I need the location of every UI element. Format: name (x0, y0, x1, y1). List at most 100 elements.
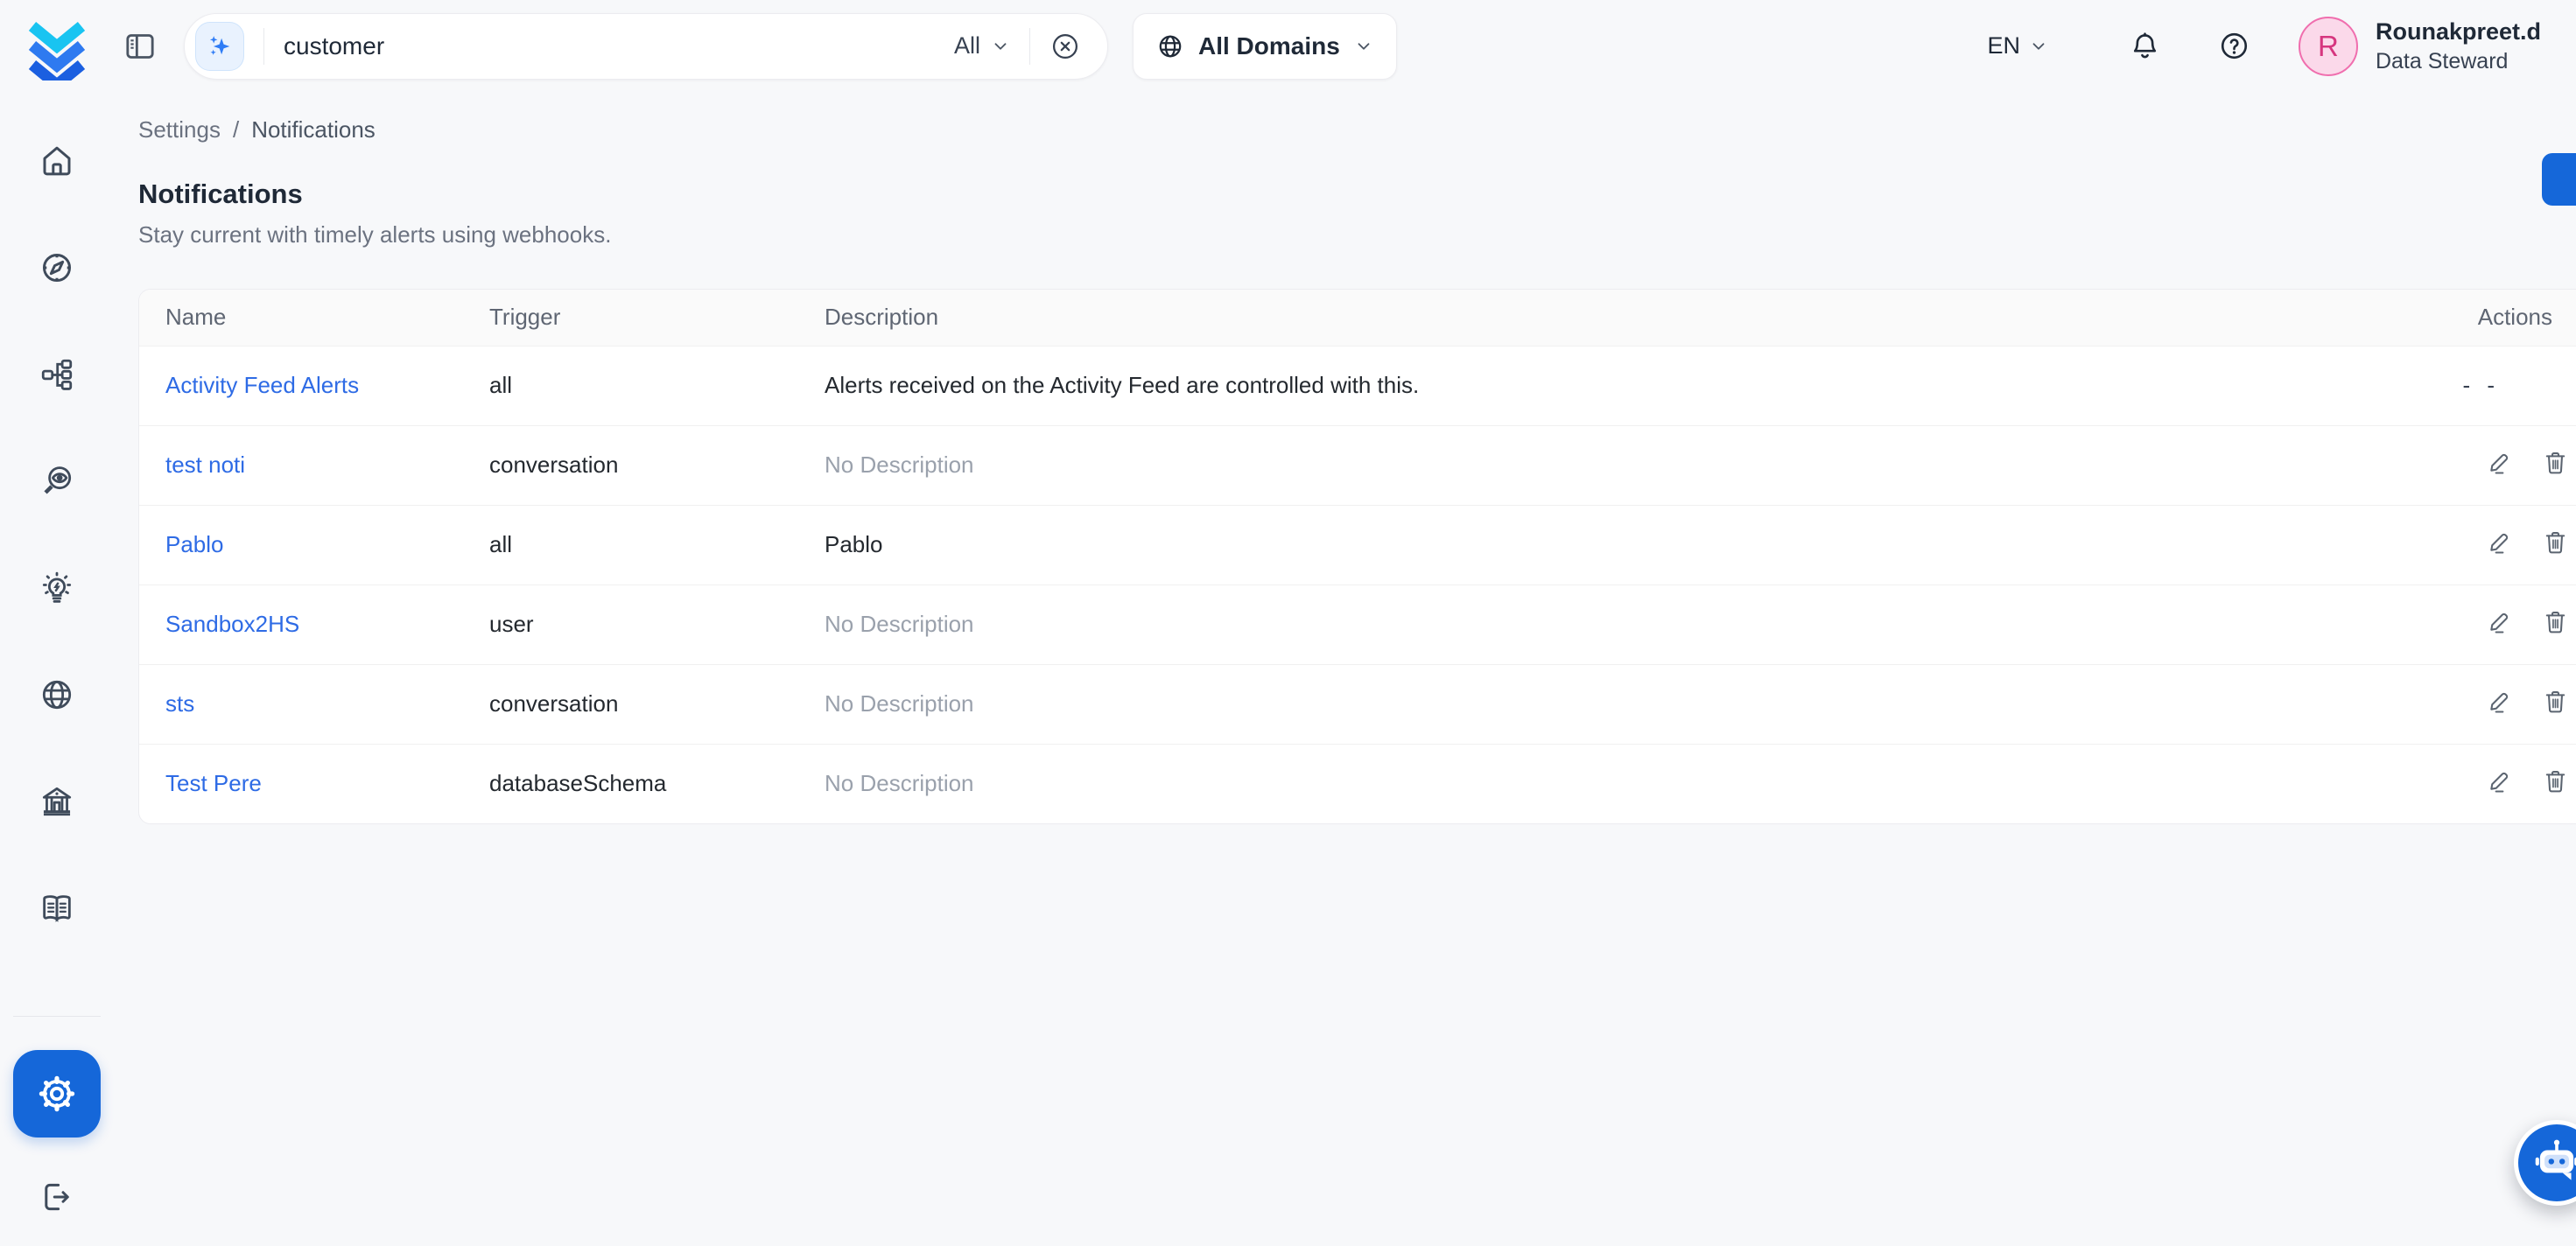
notifications-table-card: Name Trigger Description Actions Activit… (138, 289, 2576, 824)
pencil-icon (2486, 608, 2513, 635)
flow-tree-icon (39, 356, 75, 393)
alert-description: Pablo (798, 505, 2428, 584)
alert-name-link[interactable]: Activity Feed Alerts (165, 372, 359, 398)
alert-trigger: databaseSchema (463, 744, 798, 823)
logout-button[interactable] (38, 1178, 76, 1216)
table-row: Test Pere databaseSchema No Description (139, 744, 2576, 823)
delete-alert-button[interactable] (2542, 607, 2570, 635)
trash-icon (2542, 528, 2569, 556)
bell-icon (2129, 30, 2161, 62)
edit-alert-button[interactable] (2486, 448, 2514, 476)
sidebar-item-observability[interactable] (38, 462, 76, 500)
sidebar-item-domains[interactable] (38, 676, 76, 714)
edit-alert-button[interactable] (2486, 766, 2514, 794)
search-divider (1029, 28, 1030, 65)
breadcrumb: Settings / Notifications (138, 116, 2576, 144)
alert-name-link[interactable]: Test Pere (165, 770, 262, 796)
globe-icon (39, 676, 75, 713)
global-search-bar: All (184, 13, 1108, 80)
alert-description: No Description (798, 584, 2428, 664)
home-icon (39, 143, 75, 179)
column-header-description: Description (798, 290, 2428, 346)
breadcrumb-settings[interactable]: Settings (138, 116, 221, 144)
table-row: test noti conversation No Description (139, 425, 2576, 505)
search-filter-dropdown[interactable]: All (954, 32, 1010, 60)
sidebar-toggle-icon[interactable] (123, 26, 163, 66)
edit-alert-button[interactable] (2486, 528, 2514, 556)
actions-placeholder: - - (2462, 372, 2500, 398)
logout-icon (38, 1179, 74, 1215)
alert-name-link[interactable]: Pablo (165, 531, 224, 557)
column-header-name: Name (139, 290, 463, 346)
sidebar-item-govern[interactable] (38, 782, 76, 821)
column-header-trigger: Trigger (463, 290, 798, 346)
sidebar-nav (38, 142, 76, 928)
delete-alert-button[interactable] (2542, 448, 2570, 476)
globe-icon (1156, 32, 1184, 60)
magnifier-eye-icon (39, 463, 75, 500)
alert-name-link[interactable]: sts (165, 690, 194, 717)
compass-icon (39, 249, 75, 286)
x-circle-icon (1049, 31, 1081, 62)
sidebar (0, 0, 114, 1246)
delete-alert-button[interactable] (2542, 687, 2570, 715)
clear-search-button[interactable] (1049, 30, 1083, 63)
chevron-down-icon (2029, 37, 2048, 56)
alert-description: No Description (798, 664, 2428, 744)
notifications-table: Name Trigger Description Actions Activit… (139, 290, 2576, 823)
pencil-icon (2486, 449, 2513, 476)
chevron-down-icon (1354, 37, 1373, 56)
trash-icon (2542, 608, 2569, 635)
pencil-icon (2486, 767, 2513, 794)
alert-trigger: conversation (463, 425, 798, 505)
delete-alert-button[interactable] (2542, 528, 2570, 556)
sidebar-item-settings[interactable] (13, 1050, 101, 1138)
language-selector[interactable]: EN (1987, 32, 2048, 60)
topbar: All All Domains EN (114, 0, 2576, 92)
add-alert-button[interactable]: Add Alert (2542, 153, 2576, 206)
sidebar-item-insights[interactable] (38, 569, 76, 607)
open-book-icon (39, 890, 75, 927)
sidebar-item-glossary[interactable] (38, 889, 76, 928)
language-label: EN (1987, 32, 2020, 60)
trash-icon (2542, 688, 2569, 715)
table-row: Sandbox2HS user No Description (139, 584, 2576, 664)
avatar-initial: R (2318, 30, 2339, 63)
search-input[interactable] (284, 32, 954, 60)
notifications-bell-button[interactable] (2129, 29, 2164, 64)
domains-dropdown-button[interactable]: All Domains (1133, 13, 1397, 80)
page-title: Notifications (138, 178, 2576, 210)
alert-trigger: conversation (463, 664, 798, 744)
help-button[interactable] (2218, 29, 2253, 64)
gear-icon (36, 1073, 78, 1115)
breadcrumb-separator: / (233, 116, 239, 144)
sidebar-item-lineage[interactable] (38, 355, 76, 394)
sidebar-item-explore[interactable] (38, 248, 76, 287)
alert-description: Alerts received on the Activity Feed are… (798, 346, 2428, 425)
pencil-icon (2486, 528, 2513, 556)
edit-alert-button[interactable] (2486, 607, 2514, 635)
question-circle-icon (2218, 30, 2250, 62)
alert-description: No Description (798, 744, 2428, 823)
bank-icon (39, 783, 75, 820)
trash-icon (2542, 767, 2569, 794)
table-row: Activity Feed Alerts all Alerts received… (139, 346, 2576, 425)
user-profile-menu[interactable]: R Rounakpreet.d Data Steward (2299, 17, 2541, 76)
content-area: Settings / Notifications Notifications S… (114, 92, 2576, 1246)
alert-description: No Description (798, 425, 2428, 505)
delete-alert-button[interactable] (2542, 766, 2570, 794)
main-area: All All Domains EN (114, 0, 2576, 1246)
alert-name-link[interactable]: test noti (165, 452, 245, 478)
page-subtitle: Stay current with timely alerts using we… (138, 221, 2576, 248)
edit-alert-button[interactable] (2486, 687, 2514, 715)
sidebar-item-home[interactable] (38, 142, 76, 180)
alert-name-link[interactable]: Sandbox2HS (165, 611, 299, 637)
app-logo-icon[interactable] (25, 12, 88, 80)
trash-icon (2542, 449, 2569, 476)
search-filter-label: All (954, 32, 980, 60)
table-row: sts conversation No Description (139, 664, 2576, 744)
user-role: Data Steward (2376, 49, 2541, 74)
ai-search-button[interactable] (195, 22, 244, 71)
sidebar-bottom (13, 1016, 101, 1246)
domains-label: All Domains (1198, 32, 1340, 60)
